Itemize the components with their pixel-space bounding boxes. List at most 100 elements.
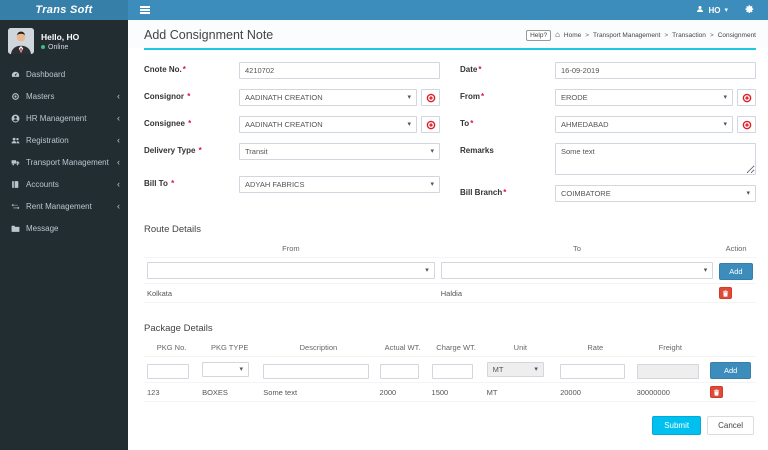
package-table-header: PKG No. PKG TYPE Description Actual WT. … bbox=[144, 339, 756, 357]
chevron-left-icon: ‹ bbox=[117, 200, 120, 211]
sidebar-toggle-icon[interactable] bbox=[128, 6, 162, 14]
brand-logo[interactable]: Trans Soft bbox=[0, 0, 128, 20]
rate-input[interactable] bbox=[560, 363, 625, 379]
date-input[interactable] bbox=[555, 62, 756, 79]
pkg-no-input[interactable] bbox=[147, 363, 189, 379]
from-field: From* ERODE ▾ bbox=[460, 89, 756, 106]
folder-icon bbox=[10, 223, 20, 233]
chevron-left-icon: ‹ bbox=[117, 112, 120, 123]
cancel-button[interactable]: Cancel bbox=[707, 416, 754, 435]
charge-wt-value: 1500 bbox=[431, 387, 449, 397]
user-icon bbox=[696, 5, 704, 15]
package-add-button[interactable]: Add bbox=[710, 362, 752, 379]
route-details-title: Route Details bbox=[144, 224, 202, 235]
route-add-button[interactable]: Add bbox=[719, 263, 753, 280]
route-from-select[interactable]: ▾ bbox=[147, 262, 435, 279]
sidebar-item-registration[interactable]: Registration ‹ bbox=[0, 129, 128, 151]
breadcrumb: Help? ⌂ Home > Transport Management > Tr… bbox=[526, 29, 756, 41]
truck-icon bbox=[10, 157, 20, 167]
chevron-left-icon: ‹ bbox=[117, 134, 120, 145]
route-delete-button[interactable] bbox=[719, 287, 733, 299]
breadcrumb-transaction[interactable]: Transaction bbox=[672, 32, 706, 39]
description-value: Some text bbox=[263, 387, 298, 397]
pkg-no-value: 123 bbox=[147, 387, 160, 397]
bill-to-select[interactable]: ADYAH FABRICS ▾ bbox=[239, 176, 440, 193]
add-consignor-button[interactable] bbox=[421, 89, 440, 106]
actual-wt-input[interactable] bbox=[379, 363, 419, 379]
online-status-label: Online bbox=[48, 43, 69, 51]
accounts-icon bbox=[10, 179, 20, 189]
help-button[interactable]: Help? bbox=[526, 29, 552, 41]
caret-down-icon: ▾ bbox=[425, 267, 429, 274]
user-menu[interactable]: HO ▾ bbox=[696, 5, 728, 15]
caret-down-icon: ▾ bbox=[723, 94, 727, 101]
cnote-input[interactable] bbox=[239, 62, 440, 79]
caret-down-icon: ▾ bbox=[703, 267, 708, 274]
chevron-left-icon: ‹ bbox=[117, 90, 120, 101]
submit-button[interactable]: Submit bbox=[652, 416, 702, 435]
sidebar: Hello, HO Online Dashboard Masters ‹ HR … bbox=[0, 20, 128, 450]
navbar-right: HO ▾ bbox=[696, 1, 768, 19]
bill-to-field: Bill To * ADYAH FABRICS ▾ bbox=[144, 176, 440, 193]
delivery-type-select[interactable]: Transit ▾ bbox=[239, 143, 440, 160]
cnote-field: Cnote No.* bbox=[144, 62, 440, 79]
registration-icon bbox=[10, 135, 20, 145]
sidebar-item-hr-management[interactable]: HR Management ‹ bbox=[0, 107, 128, 129]
form-actions: Submit Cancel bbox=[128, 402, 768, 435]
breadcrumb-separator: > bbox=[664, 31, 669, 39]
online-status-dot bbox=[41, 45, 45, 49]
package-details-title: Package Details bbox=[144, 323, 213, 334]
consignee-field: Consignee * AADINATH CREATION ▾ bbox=[144, 116, 440, 133]
route-to-value: Haldia bbox=[440, 288, 463, 298]
charge-wt-input[interactable] bbox=[431, 363, 474, 379]
unit-select[interactable]: MT ▾ bbox=[486, 362, 544, 377]
app-window: Trans Soft HO ▾ Hello, HO Online Dashboa… bbox=[0, 0, 768, 450]
from-select[interactable]: ERODE ▾ bbox=[555, 89, 733, 106]
to-select[interactable]: AHMEDABAD ▾ bbox=[555, 116, 733, 133]
route-to-select[interactable]: ▾ bbox=[440, 262, 714, 279]
route-table-header: From To Action bbox=[144, 240, 756, 258]
breadcrumb-home[interactable]: Home bbox=[564, 32, 581, 39]
consignor-select[interactable]: AADINATH CREATION ▾ bbox=[239, 89, 417, 106]
sidebar-item-dashboard[interactable]: Dashboard bbox=[0, 63, 128, 85]
sidebar-item-message[interactable]: Message bbox=[0, 217, 128, 239]
sidebar-item-transport-management[interactable]: Transport Management ‹ bbox=[0, 151, 128, 173]
sidebar-item-accounts[interactable]: Accounts ‹ bbox=[0, 173, 128, 195]
content-header: Add Consignment Note Help? ⌂ Home > Tran… bbox=[128, 20, 768, 48]
date-field: Date* bbox=[460, 62, 756, 79]
add-consignee-button[interactable] bbox=[421, 116, 440, 133]
description-input[interactable] bbox=[263, 363, 370, 379]
package-delete-button[interactable] bbox=[710, 386, 723, 398]
add-to-button[interactable] bbox=[737, 116, 756, 133]
breadcrumb-transport-management[interactable]: Transport Management bbox=[593, 32, 660, 39]
to-field: To* AHMEDABAD ▾ bbox=[460, 116, 756, 133]
breadcrumb-separator: > bbox=[709, 31, 714, 39]
caret-down-icon: ▾ bbox=[724, 6, 728, 14]
settings-gear-icon[interactable] bbox=[744, 1, 754, 19]
home-icon: ⌂ bbox=[555, 30, 560, 39]
package-table-row: 123 BOXES Some text 2000 1500 MT 20000 3… bbox=[144, 383, 756, 402]
caret-down-icon: ▾ bbox=[407, 121, 411, 128]
pkg-type-value: BOXES bbox=[202, 387, 228, 397]
breadcrumb-separator: > bbox=[585, 31, 590, 39]
caret-down-icon: ▾ bbox=[746, 190, 750, 197]
actual-wt-value: 2000 bbox=[379, 387, 397, 397]
breadcrumb-consignment[interactable]: Consignment bbox=[718, 32, 756, 39]
bill-branch-select[interactable]: COIMBATORE ▾ bbox=[555, 185, 756, 202]
remarks-textarea[interactable]: Some text bbox=[555, 143, 756, 175]
add-from-button[interactable] bbox=[737, 89, 756, 106]
package-details-section: Package Details PKG No. PKG TYPE Descrip… bbox=[128, 303, 768, 402]
user-info: Hello, HO Online bbox=[41, 32, 79, 51]
sidebar-item-rent-management[interactable]: Rent Management ‹ bbox=[0, 195, 128, 217]
consignment-form: Cnote No.* Consignor * AADINATH CREATION… bbox=[128, 50, 768, 212]
freight-value: 30000000 bbox=[636, 387, 670, 397]
caret-down-icon: ▾ bbox=[430, 181, 434, 188]
package-input-row: ▾ MT ▾ Add bbox=[144, 357, 756, 383]
sidebar-item-masters[interactable]: Masters ‹ bbox=[0, 85, 128, 107]
bill-branch-field: Bill Branch* COIMBATORE ▾ bbox=[460, 185, 756, 202]
consignee-select[interactable]: AADINATH CREATION ▾ bbox=[239, 116, 417, 133]
pkg-type-select[interactable]: ▾ bbox=[202, 362, 249, 377]
consignor-field: Consignor * AADINATH CREATION ▾ bbox=[144, 89, 440, 106]
remarks-field: Remarks Some text bbox=[460, 143, 756, 175]
sidebar-menu: Dashboard Masters ‹ HR Management ‹ Regi… bbox=[0, 63, 128, 239]
